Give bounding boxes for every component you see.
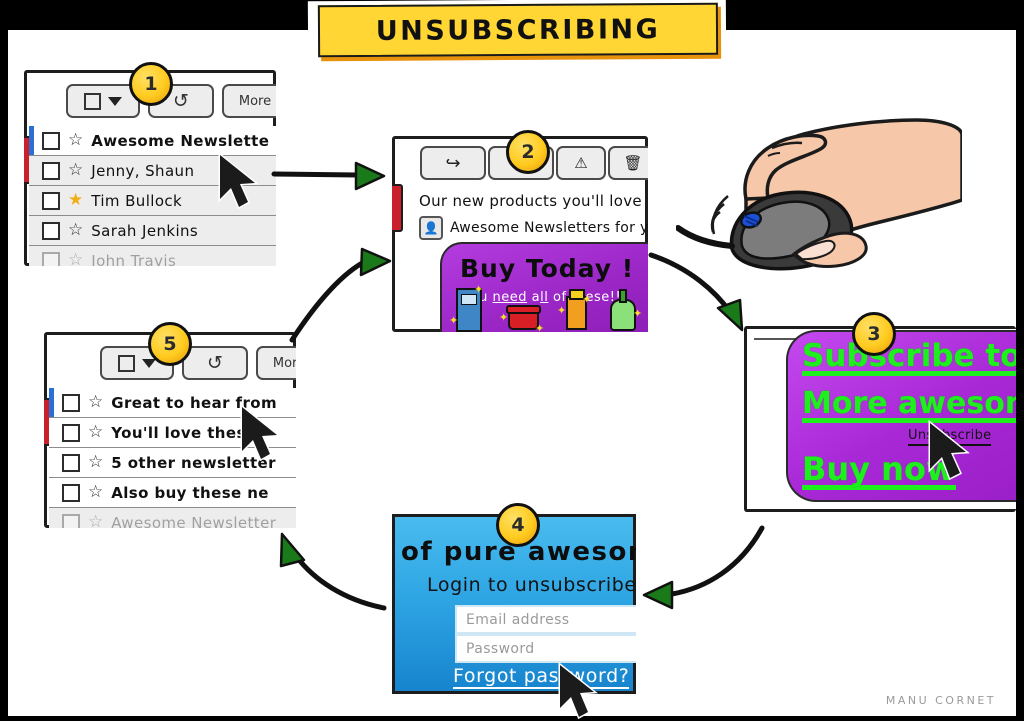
subscribe-link-label: Subscribe to: [802, 338, 1016, 374]
artist-signature: MANU CORNET: [885, 694, 996, 707]
password-field[interactable]: Password: [455, 634, 636, 663]
product-illustrations: ✦ ✦ ✦ ✦ ✦ ✦ ✦: [449, 284, 648, 332]
trash-button[interactable]: 🗑: [608, 146, 648, 180]
mouse-cursor-icon: [558, 662, 598, 720]
more-label: More: [272, 355, 296, 371]
reply-button[interactable]: ↪: [420, 146, 486, 180]
star-icon[interactable]: ☆: [88, 394, 103, 411]
email-sender: Awesome Newsletters for yo: [450, 220, 648, 236]
subscribe-link[interactable]: Subscribe to: [802, 338, 1016, 376]
chevron-down-icon: [108, 96, 122, 106]
selected-indicator: [29, 126, 34, 155]
hand-holding-mouse: [676, 118, 962, 271]
red-pot-product: ✦ ✦: [499, 305, 544, 332]
star-icon[interactable]: ☆: [68, 132, 83, 149]
table-row[interactable]: ☆ Also buy these ne: [49, 478, 296, 508]
row-subject: Tim Bullock: [91, 191, 183, 210]
row-checkbox[interactable]: [62, 423, 80, 442]
row-checkbox[interactable]: [62, 393, 80, 412]
promo-banner: Buy Today ! You need all of these!! ✦ ✦ …: [440, 242, 648, 332]
trash-icon: 🗑: [623, 154, 643, 172]
password-field-placeholder: Password: [466, 640, 535, 657]
email-field-placeholder: Email address: [466, 611, 570, 628]
more-awesome-link[interactable]: More awesom: [802, 386, 1016, 423]
orange-bottle-product: ✦ ✦: [557, 289, 591, 330]
star-icon[interactable]: ☆: [88, 424, 103, 441]
more-label: More: [238, 93, 272, 109]
star-icon[interactable]: ☆: [68, 162, 83, 179]
avatar: 👤: [419, 216, 443, 240]
comic-stage: UNSUBSCRIBING ↻ More ☆ Awesome Newslette…: [0, 0, 1024, 721]
email-field[interactable]: Email address: [455, 605, 636, 634]
row-subject: Awesome Newsletter: [111, 513, 277, 529]
more-button[interactable]: More: [256, 346, 296, 380]
purple-page-body: Subscribe to More awesom Unsubscribe Buy…: [786, 330, 1016, 502]
selected-indicator: [49, 388, 54, 417]
comic-title-banner: UNSUBSCRIBING: [317, 2, 719, 58]
star-icon[interactable]: ☆: [88, 514, 103, 529]
green-spray-product: ✦: [610, 289, 642, 331]
blue-box-product: ✦ ✦: [449, 284, 483, 332]
email-sender-row: 👤 Awesome Newsletters for yo: [419, 216, 648, 240]
mouse-cursor-icon: [928, 420, 970, 481]
checkbox-icon: [118, 354, 135, 372]
mouse-cursor-icon: [218, 152, 259, 210]
star-icon[interactable]: ☆: [88, 484, 103, 501]
row-checkbox[interactable]: [42, 161, 60, 180]
page-title: UNSUBSCRIBING: [375, 13, 661, 47]
table-row[interactable]: ☆ Sarah Jenkins: [29, 216, 276, 246]
refresh-icon: ↻: [173, 89, 189, 112]
step-badge-4: 4: [496, 503, 540, 547]
star-icon[interactable]: ★: [68, 192, 83, 209]
row-checkbox[interactable]: [42, 221, 60, 240]
row-subject: Also buy these ne: [111, 483, 269, 502]
step-badge-1: 1: [129, 62, 173, 106]
checkbox-icon: [84, 92, 101, 110]
refresh-icon: ↻: [207, 351, 223, 374]
login-page-subtitle: Login to unsubscribe: [427, 574, 636, 596]
email-subject: Our new products you'll love: [419, 192, 642, 210]
step-badge-3: 3: [852, 312, 896, 356]
mouse-cursor-icon: [240, 404, 281, 462]
row-checkbox[interactable]: [62, 453, 80, 472]
row-subject: Sarah Jenkins: [91, 221, 199, 240]
more-button[interactable]: More: [222, 84, 276, 118]
row-subject: John Travis: [91, 251, 177, 267]
row-subject: You'll love these: [111, 423, 257, 442]
row-checkbox[interactable]: [42, 131, 60, 150]
star-icon[interactable]: ☆: [88, 454, 103, 471]
table-row[interactable]: ☆ John Travis: [29, 246, 276, 266]
spam-button[interactable]: ⚠: [556, 146, 606, 180]
row-checkbox[interactable]: [42, 191, 60, 210]
step-badge-5: 5: [148, 322, 192, 366]
reply-icon: ↪: [445, 152, 461, 174]
promo-headline: Buy Today !: [460, 254, 635, 283]
star-icon[interactable]: ☆: [68, 252, 83, 267]
star-icon[interactable]: ☆: [68, 222, 83, 239]
red-side-tab: [392, 184, 403, 232]
row-subject: Jenny, Shaun: [91, 161, 195, 180]
step-badge-2: 2: [506, 130, 550, 174]
row-checkbox[interactable]: [62, 513, 80, 528]
refresh-button[interactable]: ↻: [182, 346, 248, 380]
spam-icon: ⚠: [574, 154, 588, 172]
row-checkbox[interactable]: [42, 251, 60, 266]
row-checkbox[interactable]: [62, 483, 80, 502]
table-row[interactable]: ☆ Awesome Newsletter: [49, 508, 296, 528]
row-subject: Awesome Newslette: [91, 131, 270, 150]
more-awesome-link-label: More awesom: [802, 386, 1016, 421]
